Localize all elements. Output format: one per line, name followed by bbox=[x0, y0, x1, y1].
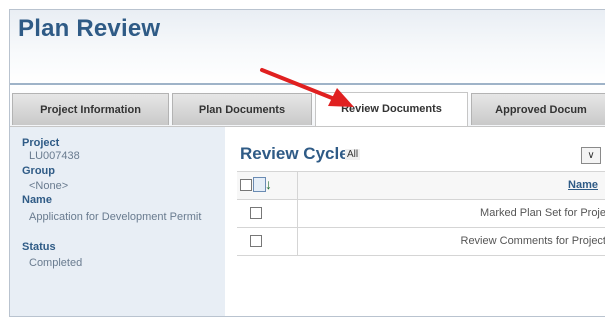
name-column-header[interactable]: Name bbox=[568, 179, 598, 191]
row-checkbox[interactable] bbox=[250, 235, 262, 247]
document-name[interactable]: Marked Plan Set for Proje bbox=[480, 207, 605, 219]
project-value: LU007438 bbox=[29, 150, 80, 162]
column-divider bbox=[297, 228, 298, 255]
table-row[interactable]: Review Comments for Project bbox=[237, 228, 605, 256]
plan-review-window: Plan Review Project Information Plan Doc… bbox=[9, 9, 605, 317]
project-sidebar: Project LU007438 Group <None> Name Appli… bbox=[10, 127, 225, 316]
status-label: Status bbox=[22, 241, 56, 253]
sort-arrow-icon[interactable]: ↓ bbox=[265, 176, 272, 192]
project-label: Project bbox=[22, 137, 60, 149]
grid-header-row: ↓ Name bbox=[237, 172, 605, 200]
review-panel: Review Cycle All ∨ ↓ Name Marked Plan Se… bbox=[225, 127, 605, 316]
red-arrow-annotation bbox=[260, 68, 354, 107]
group-value: <None> bbox=[29, 180, 69, 192]
status-value: Completed bbox=[29, 257, 83, 269]
row-checkbox[interactable] bbox=[250, 207, 262, 219]
documents-grid: ↓ Name Marked Plan Set for Proje Review … bbox=[237, 171, 605, 256]
select-all-checkbox[interactable] bbox=[240, 179, 252, 191]
chevron-down-icon[interactable]: ∨ bbox=[581, 147, 601, 164]
name-label: Name bbox=[22, 194, 52, 206]
group-label: Group bbox=[22, 165, 55, 177]
review-cycle-title: Review Cycle bbox=[240, 144, 349, 163]
document-name[interactable]: Review Comments for Project bbox=[461, 235, 605, 247]
table-row[interactable]: Marked Plan Set for Proje bbox=[237, 200, 605, 228]
name-value: Application for Development Permit bbox=[29, 211, 202, 223]
review-cycle-filter[interactable]: All bbox=[345, 149, 361, 160]
column-divider bbox=[297, 200, 298, 227]
column-divider bbox=[297, 172, 298, 199]
